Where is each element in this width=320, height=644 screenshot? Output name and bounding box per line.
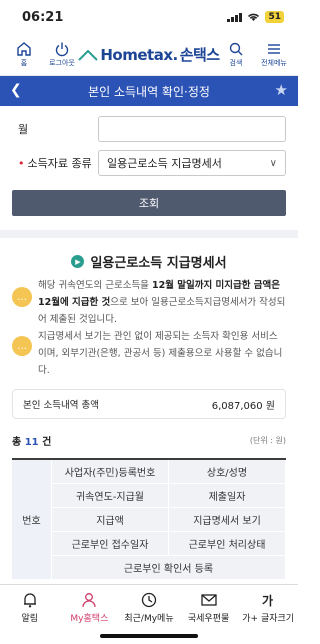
person-icon xyxy=(82,593,97,608)
income-type-label: 소득자료 종류 xyxy=(27,157,92,170)
search-button[interactable]: 검색 xyxy=(220,41,252,68)
month-input[interactable] xyxy=(98,116,286,142)
back-arrow-icon[interactable]: ❮ xyxy=(10,82,22,98)
result-count: 총 11 건 xyxy=(12,437,52,448)
play-dot-icon: ▶ xyxy=(71,255,85,268)
home-icon xyxy=(17,42,31,56)
page-title-bar: ❮ 본인 소득내역 확인·정정 ★ xyxy=(0,76,298,106)
home-button[interactable]: 홈 xyxy=(8,41,40,68)
section-divider xyxy=(0,230,298,238)
hometax-logo[interactable]: Hometax. 손택스 xyxy=(78,44,220,65)
favorite-star-icon[interactable]: ★ xyxy=(275,81,288,99)
hamburger-icon xyxy=(267,44,280,54)
page: 06:21 51 홈 로그아웃 Hometax. 손택스 검색 전체메뉴 ❮ 본… xyxy=(0,0,298,644)
table-header-cell: 상호/성명 xyxy=(169,460,286,484)
required-mark: • xyxy=(18,157,25,170)
mail-icon xyxy=(200,594,217,606)
status-time: 06:21 xyxy=(22,9,64,25)
speech-bubble-icon: … xyxy=(12,336,32,356)
status-bar: 06:21 51 xyxy=(0,0,298,34)
power-icon xyxy=(55,42,69,57)
month-label: 월 xyxy=(18,123,29,136)
text-size-icon: 가 xyxy=(262,593,273,608)
unit-note: (단위 : 원) xyxy=(249,436,286,445)
house-logo-icon xyxy=(78,49,99,61)
bottom-navigation: 알림 My홈택스 최근/My메뉴 국세우편물 가 가+ 글자크기 xyxy=(0,584,298,644)
notice-item: … 해당 귀속연도의 근로소득을 12월 말일까지 미지급한 금액은 12월에 … xyxy=(0,277,298,328)
section-heading: ▶ 일용근로소득 지급명세서 xyxy=(0,238,298,271)
table-header-cell: 근로부인 처리상태 xyxy=(169,532,286,556)
search-form: 월 • 소득자료 종류 일용근로소득 지급명세서 ∨ 조회 xyxy=(0,106,298,216)
table-header-cell: 근로부인 확인서 등록 xyxy=(52,556,286,580)
battery-icon: 51 xyxy=(265,11,284,23)
results-table-header: 번호 사업자(주민)등록번호 상호/성명 귀속연도-지급월 제출일자 지급액 지… xyxy=(12,458,286,580)
signal-icon xyxy=(227,12,243,22)
bell-icon xyxy=(23,593,36,608)
nav-text-size[interactable]: 가 가+ 글자크기 xyxy=(238,591,298,644)
home-indicator xyxy=(100,634,198,638)
table-header-cell: 번호 xyxy=(12,460,52,580)
income-total-label: 본인 소득내역 총액 xyxy=(23,400,99,411)
income-total-box: 본인 소득내역 총액 6,087,060 원 xyxy=(12,389,286,419)
wifi-icon xyxy=(248,13,260,21)
search-icon xyxy=(229,42,243,56)
logout-button[interactable]: 로그아웃 xyxy=(46,41,78,68)
table-header-cell: 제출일자 xyxy=(169,484,286,508)
table-header-cell: 지급명세서 보기 xyxy=(169,508,286,532)
table-header-cell: 근로부인 접수일자 xyxy=(52,532,169,556)
table-header-cell: 사업자(주민)등록번호 xyxy=(52,460,169,484)
income-type-select[interactable]: 일용근로소득 지급명세서 ∨ xyxy=(98,150,286,176)
income-total-amount: 6,087,060 원 xyxy=(211,400,275,412)
clock-icon xyxy=(141,592,157,608)
speech-bubble-icon: … xyxy=(12,287,32,307)
search-submit-button[interactable]: 조회 xyxy=(12,190,286,216)
page-title: 본인 소득내역 확인·정정 xyxy=(88,84,210,99)
nav-alerts[interactable]: 알림 xyxy=(0,591,60,644)
app-header: 홈 로그아웃 Hometax. 손택스 검색 전체메뉴 xyxy=(0,34,298,76)
notice-item: … 지급명세서 보기는 관인 없이 제공되는 소득자 확인용 서비스이며, 외부… xyxy=(0,328,298,379)
chevron-down-icon: ∨ xyxy=(269,157,277,169)
full-menu-button[interactable]: 전체메뉴 xyxy=(258,41,290,68)
svg-text:가: 가 xyxy=(262,593,273,608)
table-header-cell: 귀속연도-지급월 xyxy=(52,484,169,508)
table-header-cell: 지급액 xyxy=(52,508,169,532)
